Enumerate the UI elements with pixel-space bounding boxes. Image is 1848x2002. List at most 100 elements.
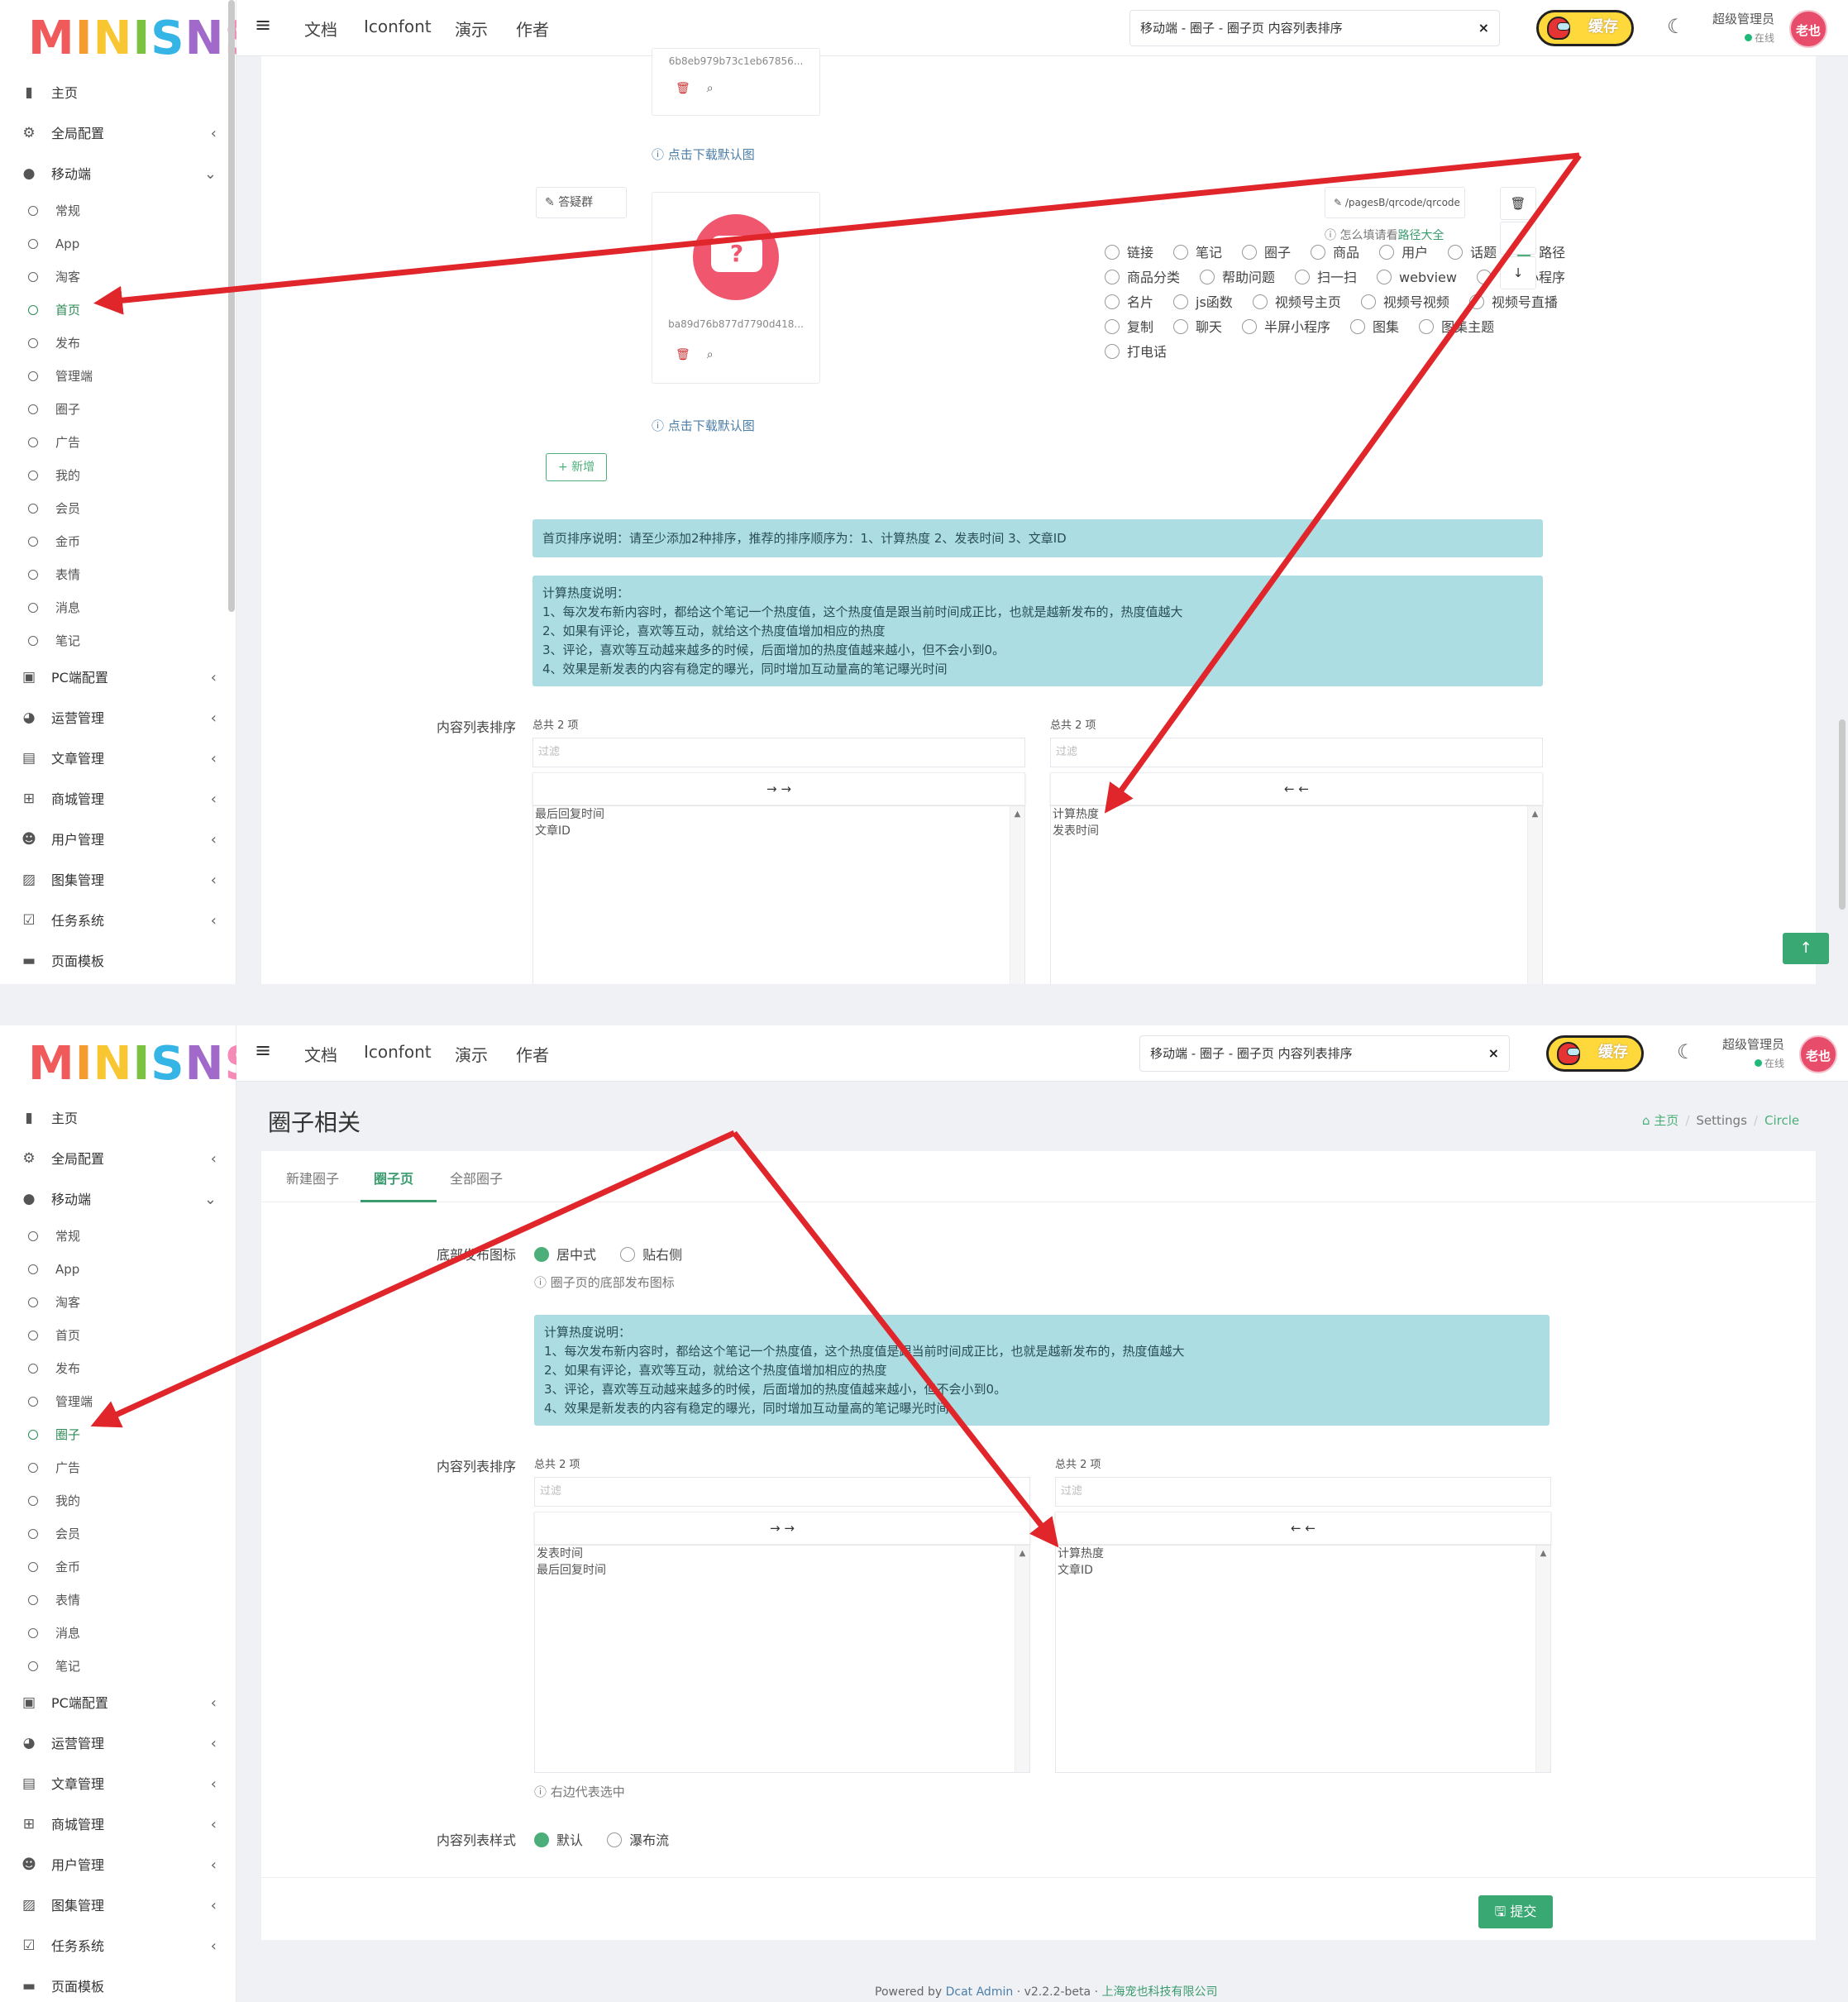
- download-default-link[interactable]: ⓘ 点击下载默认图: [652, 417, 755, 434]
- sidebar-sub-item[interactable]: 我的: [0, 459, 236, 492]
- sidebar-sub-item[interactable]: 表情: [0, 558, 236, 591]
- left-filter-input[interactable]: 过滤: [534, 1477, 1030, 1507]
- sidebar-sub-item[interactable]: 圈子: [0, 1418, 236, 1451]
- radio-option[interactable]: 半屏小程序: [1242, 316, 1330, 336]
- nav-link-demo[interactable]: 演示: [455, 1042, 488, 1066]
- user-info[interactable]: 超级管理员 在线: [1692, 10, 1774, 45]
- sidebar-sub-item[interactable]: App: [0, 1253, 236, 1286]
- sidebar-sub-item[interactable]: 首页: [0, 294, 236, 327]
- sidebar-sub-item[interactable]: 管理端: [0, 360, 236, 393]
- sidebar-item-bottom-1[interactable]: ◕ 运营管理 ‹: [0, 1723, 236, 1764]
- sidebar-item-bottom-2[interactable]: ▤ 文章管理 ‹: [0, 738, 236, 779]
- path-help-link[interactable]: 路径大全: [1397, 229, 1444, 242]
- move-all-left-button[interactable]: ← ←: [1050, 772, 1543, 805]
- listbox-scrollbar[interactable]: ▲: [1527, 806, 1542, 984]
- sidebar-sub-item[interactable]: 淘客: [0, 1286, 236, 1319]
- zoom-icon[interactable]: ⌕: [707, 82, 714, 95]
- list-item[interactable]: 文章ID: [1058, 1562, 1550, 1579]
- right-filter-input[interactable]: 过滤: [1055, 1477, 1551, 1507]
- breadcrumb-settings[interactable]: Settings: [1696, 1113, 1747, 1128]
- radio-option[interactable]: 视频号主页: [1252, 291, 1341, 311]
- nav-link-docs[interactable]: 文档: [304, 17, 337, 41]
- tab-circle-page[interactable]: 圈子页: [374, 1168, 413, 1187]
- cache-button[interactable]: 缓存: [1546, 1035, 1644, 1072]
- radio-option[interactable]: 视频号直播: [1468, 291, 1558, 311]
- list-item[interactable]: 计算热度: [1058, 1546, 1550, 1562]
- nav-link-author[interactable]: 作者: [516, 1042, 549, 1066]
- radio-option[interactable]: 名片: [1105, 291, 1153, 311]
- list-item[interactable]: 最后回复时间: [535, 806, 1024, 823]
- radio-option[interactable]: 用户: [1379, 241, 1428, 261]
- sidebar-sub-item[interactable]: 表情: [0, 1584, 236, 1617]
- move-all-right-button[interactable]: → →: [534, 1512, 1030, 1545]
- close-icon[interactable]: ×: [1488, 1036, 1499, 1071]
- title-input[interactable]: ✎ 答疑群: [536, 187, 627, 218]
- sidebar-sub-item[interactable]: 金币: [0, 1550, 236, 1584]
- sidebar-item-bottom-5[interactable]: ▨ 图集管理 ‹: [0, 860, 236, 901]
- page-tab[interactable]: 移动端 - 圈子 - 圈子页 内容列表排序 ×: [1129, 10, 1500, 46]
- nav-link-demo[interactable]: 演示: [455, 17, 488, 41]
- hamburger-icon[interactable]: ≡: [255, 13, 271, 36]
- radio-option[interactable]: 聊天: [1173, 316, 1222, 336]
- sidebar-item-0[interactable]: ▮ 主页: [0, 73, 236, 113]
- hamburger-icon[interactable]: ≡: [255, 1039, 271, 1062]
- sidebar-item-2[interactable]: ● 移动端 ⌄: [0, 154, 236, 194]
- sidebar-item-bottom-4[interactable]: ☻ 用户管理 ‹: [0, 819, 236, 860]
- listbox-scrollbar[interactable]: ▲: [1535, 1546, 1550, 1772]
- nav-link-iconfont[interactable]: Iconfont: [364, 17, 432, 36]
- sidebar-sub-item[interactable]: 发布: [0, 1352, 236, 1385]
- sidebar-item-bottom-3[interactable]: ⊞ 商城管理 ‹: [0, 779, 236, 819]
- left-listbox[interactable]: 发表时间 最后回复时间 ▲: [534, 1545, 1030, 1773]
- listbox-scrollbar[interactable]: ▲: [1010, 806, 1024, 984]
- sidebar-item-bottom-0[interactable]: ▣ PC端配置 ‹: [0, 1683, 236, 1723]
- path-input[interactable]: ✎ /pagesB/qrcode/qrcode: [1325, 187, 1465, 218]
- sidebar-sub-item[interactable]: 发布: [0, 327, 236, 360]
- sidebar-sub-item[interactable]: 首页: [0, 1319, 236, 1352]
- list-item[interactable]: 发表时间: [537, 1546, 1029, 1562]
- dark-mode-icon[interactable]: ☾: [1677, 1040, 1695, 1063]
- radio-option[interactable]: 图集: [1350, 316, 1399, 336]
- sidebar-sub-item[interactable]: 圈子: [0, 393, 236, 426]
- list-item[interactable]: 最后回复时间: [537, 1562, 1029, 1579]
- sidebar-item-bottom-0[interactable]: ▣ PC端配置 ‹: [0, 657, 236, 698]
- zoom-icon[interactable]: ⌕: [707, 348, 714, 361]
- sidebar-sub-item[interactable]: 我的: [0, 1484, 236, 1517]
- list-item[interactable]: 计算热度: [1053, 806, 1542, 823]
- radio-right[interactable]: 贴右侧: [620, 1244, 682, 1264]
- submit-button[interactable]: 🖫 提交: [1478, 1895, 1553, 1928]
- radio-option[interactable]: 打电话: [1105, 341, 1167, 361]
- sidebar-sub-item[interactable]: 管理端: [0, 1385, 236, 1418]
- footer-link[interactable]: Dcat Admin: [946, 1985, 1014, 1999]
- radio-option[interactable]: 笔记: [1173, 241, 1222, 261]
- sidebar-item-bottom-7[interactable]: ▬ 页面模板: [0, 941, 236, 982]
- right-listbox[interactable]: 计算热度 文章ID ▲: [1055, 1545, 1551, 1773]
- list-item[interactable]: 发表时间: [1053, 823, 1542, 839]
- radio-option[interactable]: 图集主题: [1419, 316, 1494, 336]
- tab-all-circles[interactable]: 全部圈子: [450, 1168, 503, 1187]
- sidebar-item-bottom-7[interactable]: ▬ 页面模板: [0, 1966, 236, 2002]
- move-all-left-button[interactable]: ← ←: [1055, 1512, 1551, 1545]
- sidebar-sub-item[interactable]: 广告: [0, 1451, 236, 1484]
- radio-option[interactable]: js函数: [1173, 291, 1233, 311]
- nav-link-iconfont[interactable]: Iconfont: [364, 1042, 432, 1062]
- sidebar-item-bottom-2[interactable]: ▤ 文章管理 ‹: [0, 1764, 236, 1804]
- right-filter-input[interactable]: 过滤: [1050, 738, 1543, 767]
- radio-center[interactable]: 居中式: [534, 1244, 596, 1264]
- sidebar-item-bottom-6[interactable]: ☑ 任务系统 ‹: [0, 1926, 236, 1966]
- listbox-scrollbar[interactable]: ▲: [1015, 1546, 1029, 1772]
- radio-option[interactable]: 话题: [1448, 241, 1497, 261]
- sidebar-item-0[interactable]: ▮ 主页: [0, 1098, 236, 1139]
- sidebar-item-bottom-3[interactable]: ⊞ 商城管理 ‹: [0, 1804, 236, 1845]
- page-scrollbar[interactable]: [1839, 719, 1846, 910]
- sidebar-sub-item[interactable]: 消息: [0, 1617, 236, 1650]
- radio-option[interactable]: 视频号视频: [1360, 291, 1449, 311]
- sidebar-sub-item[interactable]: 淘客: [0, 260, 236, 294]
- right-listbox[interactable]: 计算热度 发表时间 ▲: [1050, 805, 1543, 984]
- delete-row-button[interactable]: 🗑: [1500, 187, 1536, 220]
- trash-icon[interactable]: 🗑: [676, 348, 690, 361]
- left-filter-input[interactable]: 过滤: [532, 738, 1025, 767]
- avatar[interactable]: 老也: [1799, 1035, 1837, 1073]
- move-up-button[interactable]: [1500, 222, 1536, 255]
- footer-company[interactable]: 上海宠也科技有限公司: [1101, 1985, 1217, 1999]
- user-info[interactable]: 超级管理员 在线: [1702, 1035, 1784, 1070]
